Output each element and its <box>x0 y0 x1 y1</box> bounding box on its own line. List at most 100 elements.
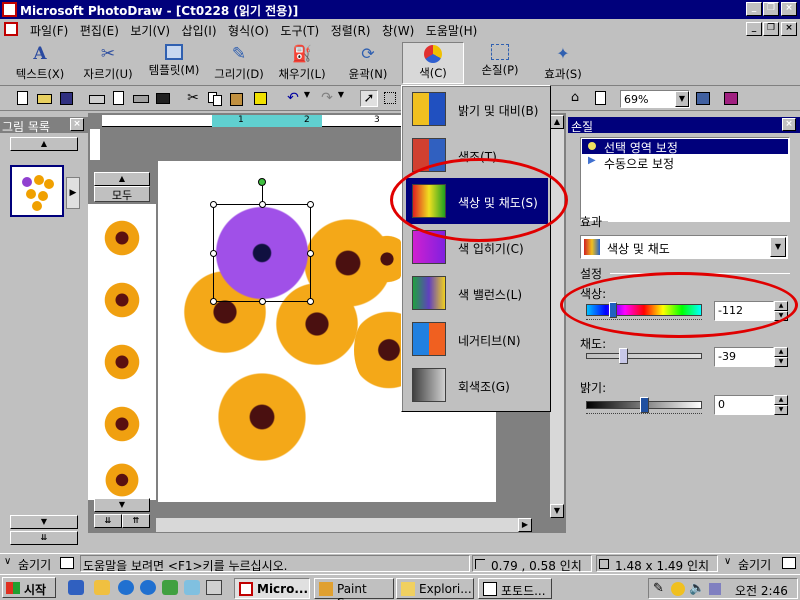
vertical-scroll-down-button[interactable]: ▼ <box>550 504 564 518</box>
saturation-slider[interactable] <box>586 348 702 364</box>
camera-icon[interactable] <box>154 90 172 107</box>
quicklaunch-6-icon[interactable] <box>206 580 222 595</box>
task-document[interactable]: 포토드... <box>478 578 552 599</box>
quicklaunch-3-icon[interactable] <box>140 580 156 595</box>
brightness-slider-thumb[interactable] <box>640 397 649 413</box>
palette-flower-3[interactable] <box>102 342 142 382</box>
panel-toggle-right-icon[interactable] <box>782 557 796 569</box>
new-icon[interactable] <box>14 90 32 107</box>
zoom-select[interactable]: 69% ▼ <box>620 90 690 108</box>
crop-button[interactable]: ✂ 자르기(U) <box>78 42 138 84</box>
brightness-spin-up[interactable]: ▲ <box>774 395 788 405</box>
home-icon[interactable]: ⌂ <box>566 90 584 107</box>
draw-button[interactable]: ✎ 그리기(D) <box>210 42 268 84</box>
picture-thumbnail[interactable] <box>10 165 64 217</box>
close-button[interactable]: × <box>781 2 797 16</box>
menu-negative[interactable]: 네거티브(N) <box>406 316 548 362</box>
redo-icon[interactable]: ↷ <box>318 90 336 107</box>
tray-icon-4[interactable] <box>709 583 721 595</box>
resize-handle-ne[interactable] <box>307 201 314 208</box>
help-book-icon[interactable] <box>722 90 740 107</box>
undo-dropdown-icon[interactable]: ▼ <box>302 90 312 107</box>
task-photodraw[interactable]: Micro... <box>234 578 310 599</box>
mode-item-selection[interactable]: 선택 영역 보정 <box>582 139 788 155</box>
scan-icon[interactable] <box>132 90 150 107</box>
hide-chevron-right-icon[interactable]: ∨ <box>724 556 731 567</box>
resize-handle-s[interactable] <box>259 298 266 305</box>
menu-edit[interactable]: 편집(E) <box>76 20 123 41</box>
effects-button[interactable]: ✦ 효과(S) <box>536 42 590 84</box>
saturation-slider-thumb[interactable] <box>619 348 628 364</box>
brightness-spin-down[interactable]: ▼ <box>774 405 788 415</box>
effect-select[interactable]: 색상 및 채도 ▼ <box>580 235 788 259</box>
undo-icon[interactable]: ↶ <box>284 90 302 107</box>
flower-purple[interactable] <box>212 203 312 303</box>
panel-toggle-icon[interactable] <box>60 557 74 569</box>
hide-label-left[interactable]: 숨기기 <box>18 556 51 573</box>
open-icon[interactable] <box>36 90 54 107</box>
task-explorer[interactable]: Explori... <box>396 578 474 599</box>
menu-view[interactable]: 보기(V) <box>126 20 174 41</box>
print-icon[interactable] <box>88 90 106 107</box>
palette-scroll-up-button[interactable]: ▲ <box>94 172 150 186</box>
menu-arrange[interactable]: 정렬(R) <box>327 20 375 41</box>
brightness-slider[interactable] <box>586 397 702 413</box>
print-preview-icon[interactable] <box>110 90 128 107</box>
thumbnail-expand-icon[interactable]: ▶ <box>66 177 80 209</box>
palette-all-button[interactable]: 모두 <box>94 186 150 202</box>
menu-tools[interactable]: 도구(T) <box>276 20 323 41</box>
menu-format[interactable]: 형식(O) <box>224 20 273 41</box>
doc-close-button[interactable]: × <box>781 22 797 36</box>
zoom-dropdown-icon[interactable]: ▼ <box>675 91 689 107</box>
start-button[interactable]: 시작 <box>2 577 56 598</box>
zoom-fit-icon[interactable] <box>694 90 712 107</box>
horizontal-scrollbar[interactable] <box>104 518 518 532</box>
quicklaunch-4-icon[interactable] <box>162 580 178 595</box>
palette-flower-2[interactable] <box>102 280 142 320</box>
rotate-handle[interactable] <box>258 178 266 186</box>
menu-help[interactable]: 도움말(H) <box>422 20 482 41</box>
doc-restore-button[interactable]: ❐ <box>763 22 779 36</box>
list-scroll-down-button[interactable]: ▼ <box>10 515 78 529</box>
pen-tray-icon[interactable]: ✎ <box>653 581 664 596</box>
grid-icon[interactable] <box>382 90 400 107</box>
paste-icon[interactable] <box>228 90 246 107</box>
text-button[interactable]: A 텍스트(X) <box>8 42 72 84</box>
resize-handle-nw[interactable] <box>210 201 217 208</box>
resize-handle-sw[interactable] <box>210 298 217 305</box>
resize-handle-se[interactable] <box>307 298 314 305</box>
hide-label-right[interactable]: 숨기기 <box>738 556 771 573</box>
palette-flower-1[interactable] <box>102 218 142 258</box>
document-icon[interactable] <box>592 90 610 107</box>
palette-flower-5[interactable] <box>102 462 142 498</box>
menu-color-balance[interactable]: 색 밸런스(L) <box>406 270 548 316</box>
outline-button[interactable]: ⟳ 윤곽(N) <box>340 42 396 84</box>
vertical-scroll-up-button[interactable]: ▲ <box>550 115 564 129</box>
brightness-value-field[interactable]: 0 <box>714 395 774 415</box>
quicklaunch-5-icon[interactable] <box>184 580 200 595</box>
touchup-close-button[interactable]: × <box>782 118 796 131</box>
doc-icon[interactable] <box>4 22 18 36</box>
horizontal-scroll-right-button[interactable]: ▶ <box>518 518 532 532</box>
palette-flower-4[interactable] <box>102 404 142 444</box>
doc-minimize-button[interactable]: _ <box>746 22 762 36</box>
resize-handle-w[interactable] <box>210 250 217 257</box>
hide-chevron-icon[interactable]: ∨ <box>4 556 11 567</box>
restore-button[interactable]: ❐ <box>763 2 779 16</box>
mode-item-manual[interactable]: ▶ 수동으로 보정 <box>582 155 788 171</box>
menu-insert[interactable]: 삽입(I) <box>178 20 221 41</box>
palette-scroll-down-button[interactable]: ▼ <box>94 498 150 512</box>
menu-brightness-contrast[interactable]: 밝기 및 대비(B) <box>406 86 548 132</box>
saturation-spin-up[interactable]: ▲ <box>774 347 788 357</box>
quicklaunch-2-icon[interactable] <box>94 580 110 595</box>
task-paint[interactable]: Paint S... <box>314 578 394 600</box>
list-scroll-bottom-button[interactable]: ⇊ <box>10 531 78 545</box>
menu-grayscale[interactable]: 회색조(G) <box>406 362 548 408</box>
palette-scroll-bottom-button[interactable]: ⇊ <box>94 514 122 528</box>
fill-button[interactable]: ⛽ 채우기(L) <box>272 42 332 84</box>
redo-dropdown-icon[interactable]: ▼ <box>336 90 346 107</box>
pointer-icon[interactable]: ➚ <box>360 90 378 107</box>
resize-handle-n[interactable] <box>259 201 266 208</box>
list-scroll-up-button[interactable]: ▲ <box>10 137 78 151</box>
palette-scroll-top-button[interactable]: ⇈ <box>122 514 150 528</box>
